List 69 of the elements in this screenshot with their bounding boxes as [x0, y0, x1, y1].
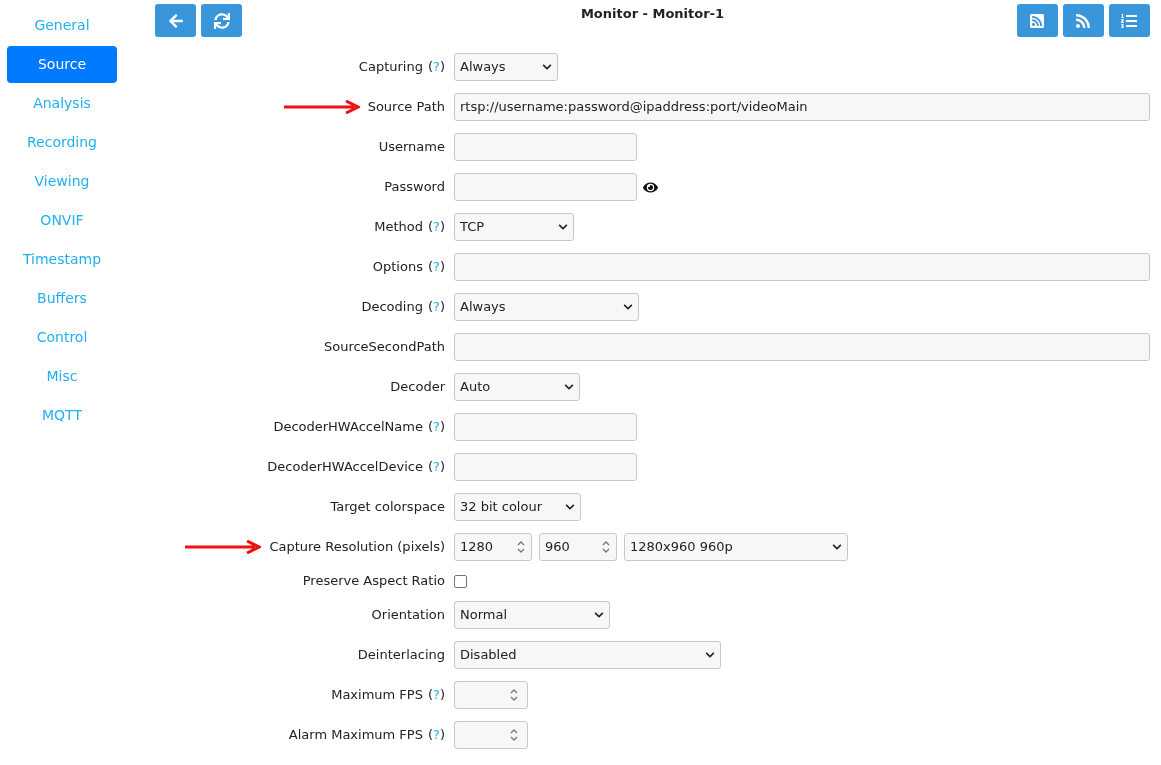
list-button[interactable]: [1109, 4, 1150, 37]
field-label: Decoding: [361, 298, 423, 317]
field-label: Maximum FPS: [331, 686, 423, 705]
help-link[interactable]: (?): [427, 217, 445, 237]
field-label: DecoderHWAccelName: [273, 418, 423, 437]
field-label: Preserve Aspect Ratio: [302, 572, 445, 591]
feed-square-button[interactable]: [1017, 4, 1058, 37]
field-label: Target colorspace: [330, 498, 445, 517]
help-link[interactable]: (?): [427, 457, 445, 477]
help-link[interactable]: (?): [427, 297, 445, 317]
field-label: Options: [372, 258, 423, 277]
help-link[interactable]: (?): [427, 417, 445, 437]
field-label: DecoderHWAccelDevice: [267, 458, 423, 477]
spinner-arrows-icon[interactable]: [509, 727, 519, 743]
width-field[interactable]: 1280: [454, 533, 532, 561]
chevron-icon: [623, 302, 633, 312]
field-label: Password: [384, 178, 445, 197]
height-field[interactable]: 960: [539, 533, 617, 561]
field-label: Decoder: [390, 378, 445, 397]
dropdown[interactable]: 1280x960 960p: [624, 533, 848, 561]
field-label: Deinterlacing: [357, 646, 445, 665]
help-link[interactable]: (?): [427, 57, 445, 77]
dropdown[interactable]: Disabled: [454, 641, 721, 669]
field-label: Alarm Maximum FPS: [288, 726, 423, 745]
chevron-icon: [542, 62, 552, 72]
field-label: Username: [378, 138, 445, 157]
feed-button[interactable]: [1063, 4, 1104, 37]
field-label: Capturing: [358, 58, 423, 77]
spinner-arrows-icon[interactable]: [516, 539, 526, 555]
text-field[interactable]: [454, 413, 637, 441]
text-field[interactable]: rtsp://username:password@ipaddress:port/videoMain: [454, 93, 1150, 121]
refresh-button[interactable]: [201, 4, 242, 37]
text-field[interactable]: [454, 133, 637, 161]
dropdown[interactable]: 32 bit colour: [454, 493, 581, 521]
help-link[interactable]: (?): [427, 685, 445, 705]
chevron-icon: [832, 542, 842, 552]
chevron-icon: [558, 222, 568, 232]
spinner-arrows-icon[interactable]: [509, 687, 519, 703]
chevron-icon: [594, 610, 604, 620]
dropdown[interactable]: Normal: [454, 601, 610, 629]
page-title: Monitor - Monitor-1: [580, 5, 725, 23]
number-field[interactable]: [454, 721, 528, 749]
text-field[interactable]: [454, 453, 637, 481]
dropdown[interactable]: Always: [454, 293, 639, 321]
help-link[interactable]: (?): [427, 725, 445, 745]
field-label: SourceSecondPath: [323, 338, 445, 357]
back-button[interactable]: [155, 4, 196, 37]
field-label: Orientation: [371, 606, 445, 625]
text-field[interactable]: [454, 333, 1150, 361]
text-field[interactable]: [454, 253, 1150, 281]
chevron-icon: [565, 502, 575, 512]
dropdown[interactable]: TCP: [454, 213, 574, 241]
field-label: Capture Resolution (pixels): [269, 538, 445, 557]
password-field[interactable]: [454, 173, 637, 201]
number-field[interactable]: [454, 681, 528, 709]
chevron-icon: [564, 382, 574, 392]
field-label: Source Path: [367, 98, 445, 117]
chevron-icon: [705, 650, 715, 660]
back-arrow-icon: [167, 12, 184, 29]
help-link[interactable]: (?): [427, 257, 445, 277]
sidebar-tab[interactable]: Source: [7, 46, 117, 83]
refresh-icon: [213, 12, 230, 29]
field-label: Method: [374, 218, 423, 237]
rss-icon: [1075, 12, 1092, 29]
checkbox[interactable]: [454, 574, 467, 588]
numbered-list-icon: [1121, 12, 1138, 29]
dropdown[interactable]: Always: [454, 53, 558, 81]
spinner-arrows-icon[interactable]: [601, 539, 611, 555]
dropdown[interactable]: Auto: [454, 373, 580, 401]
